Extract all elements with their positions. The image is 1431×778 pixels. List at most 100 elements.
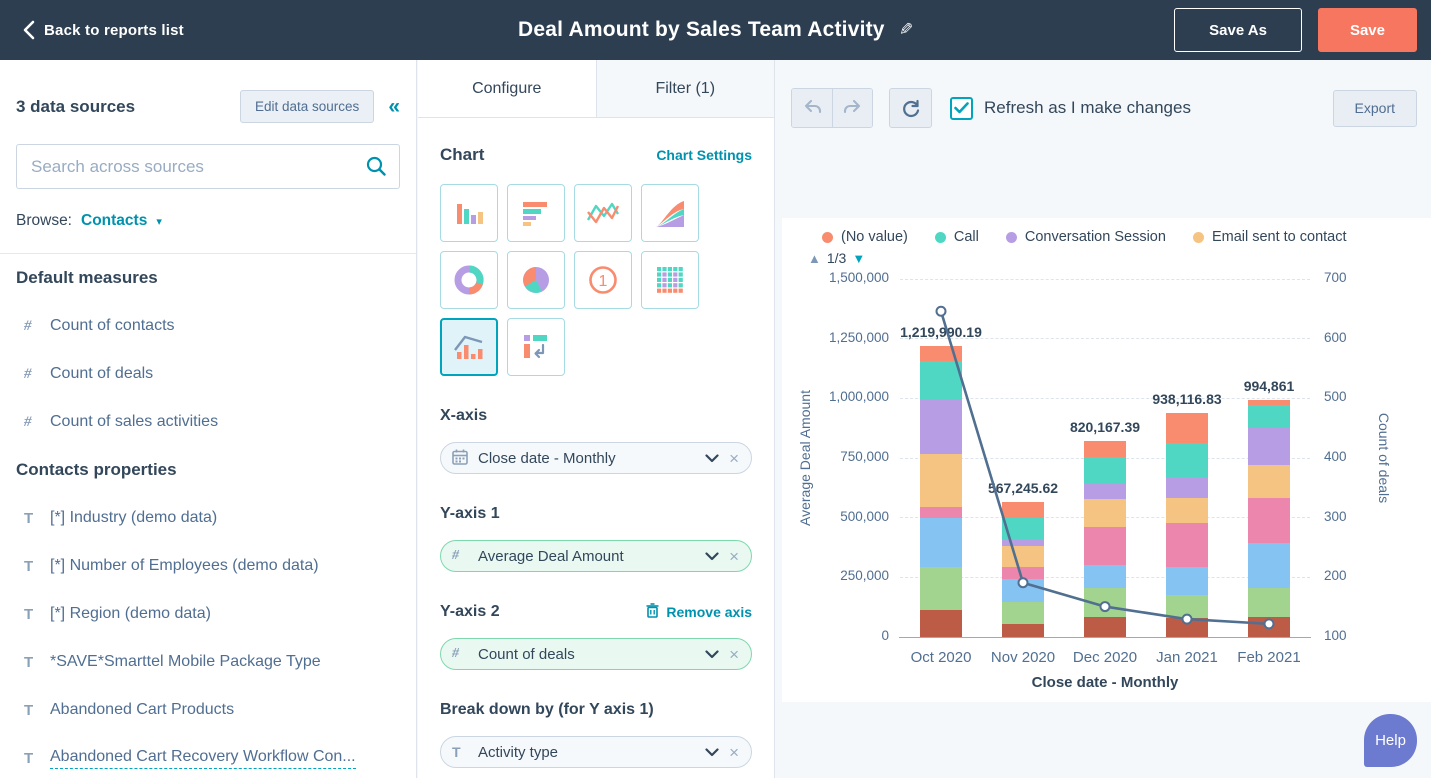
legend-item[interactable]: Email sent to contact <box>1192 229 1347 245</box>
chart-type-pivot-tile[interactable] <box>507 318 565 376</box>
legend-dot-icon <box>1005 231 1017 243</box>
chevron-down-icon[interactable] <box>705 747 719 757</box>
chevron-left-icon <box>22 20 35 40</box>
chevron-down-icon[interactable] <box>705 649 719 659</box>
legend-dot-icon <box>1192 231 1204 243</box>
x-axis-title: Close date - Monthly <box>1031 674 1179 691</box>
legend-item[interactable]: Call <box>934 229 979 245</box>
summary-chart-icon: 1 <box>586 263 620 297</box>
chevron-down-icon[interactable] <box>705 551 719 561</box>
breakdown-field-pill[interactable]: T Activity type × <box>440 736 752 768</box>
y1-tick-label: 1,000,000 <box>828 389 889 405</box>
y1-tick-label: 250,000 <box>840 568 889 584</box>
refresh-checkbox[interactable] <box>950 96 973 120</box>
legend-page-down-icon[interactable]: ▼ <box>852 251 865 266</box>
y2-tick-label: 200 <box>1324 568 1347 584</box>
chart-heading: Chart <box>440 145 485 164</box>
chart-type-area-tile[interactable] <box>641 184 699 242</box>
y1-tick-label: 500,000 <box>840 508 889 524</box>
field-list-item[interactable]: # Count of deals <box>16 350 400 398</box>
field-label: [*] Industry (demo data) <box>50 509 218 526</box>
undo-button[interactable] <box>792 89 832 127</box>
data-sources-heading: 3 data sources <box>16 96 136 116</box>
remove-field-icon[interactable]: × <box>729 548 739 565</box>
chevron-down-icon[interactable]: ▾ <box>156 215 162 228</box>
legend-page-up-icon[interactable]: ▲ <box>808 251 821 266</box>
chart-preview-panel: Refresh as I make changes Export (No val… <box>775 60 1431 778</box>
line-chart-icon <box>585 198 621 228</box>
report-builder: Back to reports list Deal Amount by Sale… <box>0 0 1431 778</box>
save-button[interactable]: Save <box>1317 8 1417 52</box>
line-series <box>935 305 1275 630</box>
collapse-sidebar-icon[interactable]: « <box>388 96 400 117</box>
chart-type-pie-tile[interactable] <box>507 251 565 309</box>
line-marker[interactable] <box>1017 577 1029 589</box>
field-list-item[interactable]: T [*] Region (demo data) <box>16 590 400 638</box>
chart-settings-link[interactable]: Chart Settings <box>656 147 752 163</box>
report-title: Deal Amount by Sales Team Activity <box>518 18 885 41</box>
field-list-item[interactable]: T Abandoned Cart Recovery Workflow Con... <box>16 734 400 778</box>
chart-type-combo-tile[interactable] <box>440 318 498 376</box>
chart-type-summary-tile[interactable]: 1 <box>574 251 632 309</box>
chart-legend: (No value) Call Conversation Session Email … <box>822 229 1347 245</box>
field-list-item[interactable]: T [*] Industry (demo data) <box>16 494 400 542</box>
field-list-item[interactable]: # Count of contacts <box>16 302 400 350</box>
trash-icon <box>646 603 659 621</box>
area-chart-icon <box>653 197 687 229</box>
export-button[interactable]: Export <box>1332 89 1417 127</box>
remove-field-icon[interactable]: × <box>729 450 739 467</box>
save-as-button[interactable]: Save As <box>1174 8 1302 52</box>
legend-item[interactable]: Conversation Session <box>1005 229 1166 245</box>
section-title: Contacts properties <box>16 460 177 479</box>
field-list-item[interactable]: T [*] Number of Employees (demo data) <box>16 542 400 590</box>
edit-data-sources-button[interactable]: Edit data sources <box>240 90 375 123</box>
y-axis-1-field-pill[interactable]: # Average Deal Amount × <box>440 540 752 572</box>
field-list-item[interactable]: # Count of sales activities <box>16 398 400 446</box>
refresh-button[interactable] <box>889 88 932 128</box>
line-marker[interactable] <box>1181 613 1193 625</box>
chart-type-donut-tile[interactable] <box>440 251 498 309</box>
y-axis-2-field-pill[interactable]: # Count of deals × <box>440 638 752 670</box>
browse-object-dropdown[interactable]: Contacts <box>81 212 147 230</box>
remove-axis-link[interactable]: Remove axis <box>646 603 752 621</box>
legend-item[interactable]: (No value) <box>822 229 908 245</box>
configure-panel: Configure Filter (1) Chart Chart Setting… <box>418 60 775 778</box>
field-label: Count of contacts <box>50 317 175 334</box>
y-axis-1-field-value: Average Deal Amount <box>478 547 624 565</box>
table-chart-icon <box>653 263 687 297</box>
line-marker[interactable] <box>1263 618 1275 630</box>
legend-label: Email sent to contact <box>1211 229 1347 245</box>
remove-field-icon[interactable]: × <box>729 646 739 663</box>
chevron-down-icon[interactable] <box>705 453 719 463</box>
field-list-item[interactable]: T Abandoned Cart Products <box>16 686 400 734</box>
legend-label: Call <box>953 229 979 245</box>
chart-type-line-tile[interactable] <box>574 184 632 242</box>
y1-tick-label: 750,000 <box>840 449 889 464</box>
back-to-reports-link[interactable]: Back to reports list <box>22 20 184 40</box>
legend-label: Conversation Session <box>1024 229 1166 245</box>
redo-button[interactable] <box>832 89 872 127</box>
edit-title-pencil-icon[interactable]: ✎ <box>899 20 913 40</box>
help-button[interactable]: Help <box>1364 714 1417 767</box>
field-label: *SAVE*Smarttel Mobile Package Type <box>50 653 321 670</box>
field-label: [*] Number of Employees (demo data) <box>50 557 319 574</box>
search-sources-input[interactable] <box>16 144 400 189</box>
line-marker[interactable] <box>935 305 947 317</box>
remove-field-icon[interactable]: × <box>729 744 739 761</box>
text-field-icon: T <box>24 701 34 719</box>
y1-tick-label: 1,250,000 <box>828 329 889 345</box>
chart-type-bar-tile[interactable] <box>507 184 565 242</box>
line-marker[interactable] <box>1099 601 1111 613</box>
chart-type-column-tile[interactable] <box>440 184 498 242</box>
y2-tick-label: 700 <box>1324 270 1347 285</box>
number-field-icon: # <box>24 365 32 382</box>
chart-type-table-tile[interactable] <box>641 251 699 309</box>
refresh-checkbox-label: Refresh as I make changes <box>984 98 1191 117</box>
x-axis-field-pill[interactable]: Close date - Monthly × <box>440 442 752 474</box>
tab-filter[interactable]: Filter (1) <box>595 60 774 118</box>
data-sources-sidebar: 3 data sources Edit data sources « Brows… <box>0 60 417 778</box>
field-list-item[interactable]: T *SAVE*Smarttel Mobile Package Type <box>16 638 400 686</box>
tab-configure[interactable]: Configure <box>418 60 596 117</box>
text-field-icon: T <box>24 653 34 671</box>
combo-chart-icon <box>452 330 486 364</box>
